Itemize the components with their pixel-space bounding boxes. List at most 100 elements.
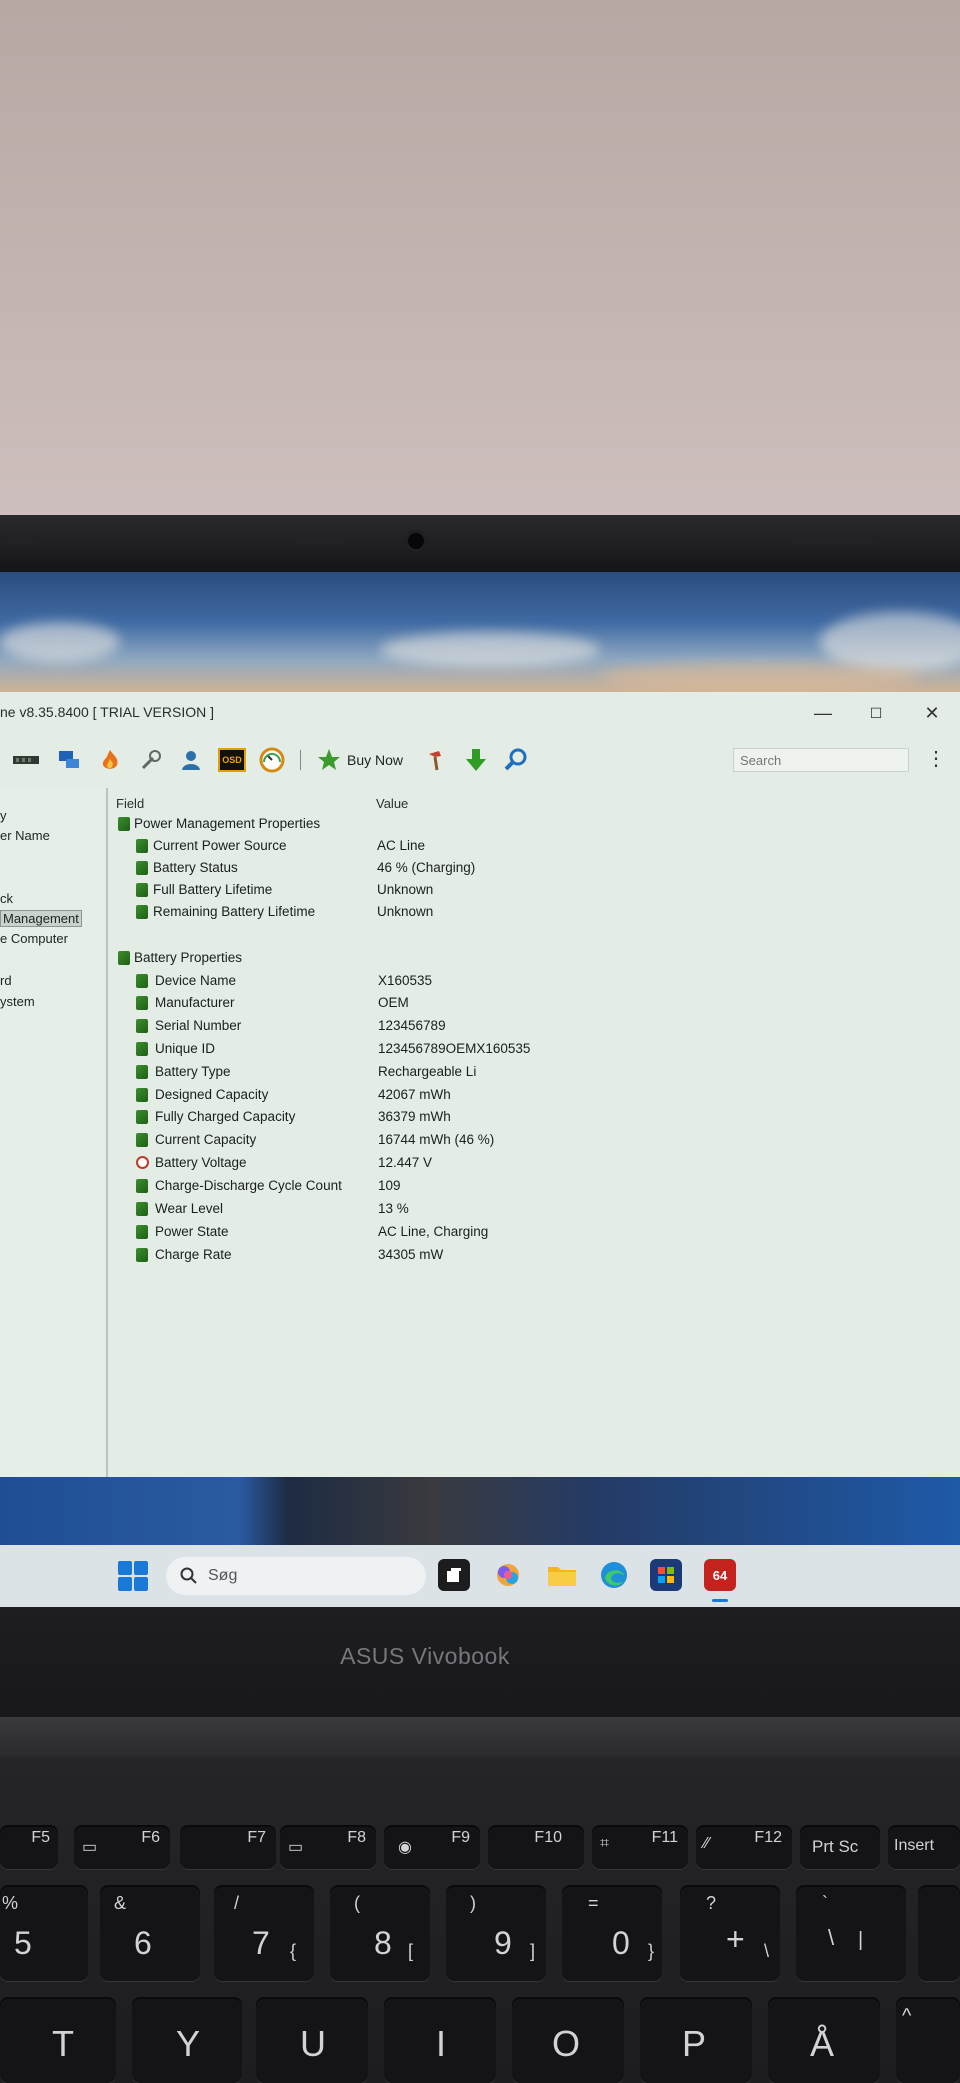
copilot-icon[interactable] — [492, 1559, 524, 1591]
key-8[interactable]: ( 8 [ — [330, 1885, 430, 1981]
key-label: U — [300, 2023, 326, 2064]
key-insert[interactable]: Insert — [888, 1825, 960, 1869]
sidebar-item[interactable]: e Computer — [0, 931, 68, 946]
sidebar-item-power-management[interactable]: Management — [0, 910, 82, 927]
key-0[interactable]: = 0 } — [562, 1885, 662, 1981]
key-9[interactable]: ) 9 ] — [446, 1885, 546, 1981]
key-t[interactable]: T — [0, 1997, 116, 2083]
flame-icon[interactable] — [96, 746, 124, 774]
field-name: Power State — [155, 1224, 229, 1239]
table-row[interactable]: Device Name X160535 — [110, 971, 960, 993]
key-6[interactable]: & 6 — [100, 1885, 200, 1981]
edge-browser-icon[interactable] — [598, 1559, 630, 1591]
key-5[interactable]: % 5 — [0, 1885, 88, 1981]
key-caret[interactable]: ^ — [896, 1997, 960, 2083]
taskbar-search[interactable]: Søg — [166, 1557, 426, 1595]
table-row[interactable]: Current Power Source AC Line — [110, 836, 960, 858]
key-f11[interactable]: ⌗ F11 — [592, 1825, 688, 1869]
table-row[interactable]: Power State AC Line, Charging — [110, 1222, 960, 1244]
key-f9[interactable]: ◉ F9 — [384, 1825, 480, 1869]
file-explorer-icon[interactable] — [546, 1559, 578, 1591]
gauge-icon[interactable] — [258, 746, 286, 774]
sidebar-item[interactable]: ck — [0, 891, 13, 906]
network-icon[interactable] — [55, 746, 83, 774]
key-label: ^ — [902, 2005, 912, 2027]
minimize-button[interactable]: — — [805, 698, 841, 728]
table-row[interactable]: Battery Voltage 12.447 V — [110, 1153, 960, 1175]
key-f12[interactable]: ⁄⁄ F12 — [696, 1825, 792, 1869]
leaf-icon — [118, 951, 130, 965]
sidebar-item[interactable]: ystem — [0, 994, 35, 1009]
maximize-button[interactable]: ☐ — [858, 698, 894, 728]
leaf-icon — [136, 1179, 148, 1193]
key-label: Insert — [894, 1837, 935, 1854]
memory-icon[interactable] — [12, 746, 40, 774]
osd-icon[interactable]: OSD — [217, 746, 247, 774]
leaf-icon — [136, 1248, 148, 1262]
key-backslash[interactable]: ` \ | — [796, 1885, 906, 1981]
key-o[interactable]: O — [512, 1997, 624, 2083]
user-icon[interactable] — [177, 746, 205, 774]
aida64-taskbar-icon[interactable]: 64 — [704, 1559, 736, 1591]
key-f10[interactable]: F10 — [488, 1825, 584, 1869]
screen-icon: ▭ — [82, 1839, 98, 1856]
field-value: 42067 mWh — [378, 1087, 451, 1102]
key-label: T — [52, 2023, 74, 2064]
key-f7[interactable]: F7 — [180, 1825, 276, 1869]
sidebar-item[interactable]: er Name — [0, 828, 50, 843]
table-row[interactable]: Unique ID 123456789OEMX160535 — [110, 1039, 960, 1061]
field-value: Unknown — [377, 904, 434, 919]
leaf-icon — [136, 1202, 148, 1216]
sidebar-item[interactable]: rd — [0, 973, 12, 988]
tools-icon[interactable] — [137, 746, 165, 774]
column-header-field[interactable]: Field — [116, 796, 144, 811]
table-row[interactable]: Fully Charged Capacity 36379 mWh — [110, 1107, 960, 1129]
table-row[interactable]: Charge-Discharge Cycle Count 109 — [110, 1176, 960, 1198]
table-row[interactable]: Charge Rate 34305 mW — [110, 1245, 960, 1267]
hammer-icon[interactable] — [422, 746, 450, 774]
close-button[interactable]: ✕ — [914, 698, 950, 728]
key-shift-label: ( — [354, 1893, 360, 1913]
table-row[interactable]: Full Battery Lifetime Unknown — [110, 880, 960, 902]
more-options-icon[interactable]: ⋮ — [926, 746, 946, 771]
key-y[interactable]: Y — [132, 1997, 242, 2083]
table-row[interactable]: Manufacturer OEM — [110, 993, 960, 1015]
field-value: 123456789OEMX160535 — [378, 1041, 531, 1056]
key-prtsc[interactable]: Prt Sc — [800, 1825, 880, 1869]
field-name: Full Battery Lifetime — [153, 882, 273, 897]
key-u[interactable]: U — [256, 1997, 368, 2083]
key-partial[interactable] — [918, 1885, 960, 1981]
key-p[interactable]: P — [640, 1997, 752, 2083]
download-arrow-icon[interactable] — [462, 746, 490, 774]
group-header[interactable]: Power Management Properties — [110, 814, 960, 836]
table-row[interactable]: Remaining Battery Lifetime Unknown — [110, 902, 960, 924]
key-label: Prt Sc — [812, 1837, 859, 1856]
key-a-ring[interactable]: Å — [768, 1997, 880, 2083]
key-7[interactable]: / 7 { — [214, 1885, 314, 1981]
key-f5[interactable]: F5 — [0, 1825, 58, 1869]
search-magnifier-icon[interactable] — [502, 746, 530, 774]
buy-now-button[interactable]: Buy Now — [317, 746, 403, 774]
key-plus[interactable]: ? + \ — [680, 1885, 780, 1981]
table-row[interactable]: Designed Capacity 42067 mWh — [110, 1085, 960, 1107]
field-name: Current Power Source — [153, 838, 287, 853]
table-row[interactable]: Wear Level 13 % — [110, 1199, 960, 1221]
field-value: 16744 mWh (46 %) — [378, 1132, 495, 1147]
voltage-icon — [136, 1156, 149, 1169]
table-row[interactable]: Serial Number 123456789 — [110, 1016, 960, 1038]
microsoft-store-icon[interactable] — [650, 1559, 682, 1591]
table-row[interactable]: Current Capacity 16744 mWh (46 %) — [110, 1130, 960, 1152]
group-header[interactable]: Battery Properties — [110, 948, 960, 970]
table-row[interactable]: Battery Status 46 % (Charging) — [110, 858, 960, 880]
desktop-wallpaper-strip — [0, 1477, 960, 1545]
key-i[interactable]: I — [384, 1997, 496, 2083]
sidebar-item[interactable]: y — [0, 808, 7, 823]
key-f6[interactable]: ▭ F6 — [74, 1825, 170, 1869]
key-f8[interactable]: ▭ F8 — [280, 1825, 376, 1869]
windows-start-icon[interactable] — [118, 1561, 148, 1591]
task-view-icon[interactable] — [438, 1559, 470, 1591]
field-value: Rechargeable Li — [378, 1064, 477, 1079]
column-header-value[interactable]: Value — [376, 796, 408, 811]
search-input[interactable] — [733, 748, 909, 772]
table-row[interactable]: Battery Type Rechargeable Li — [110, 1062, 960, 1084]
